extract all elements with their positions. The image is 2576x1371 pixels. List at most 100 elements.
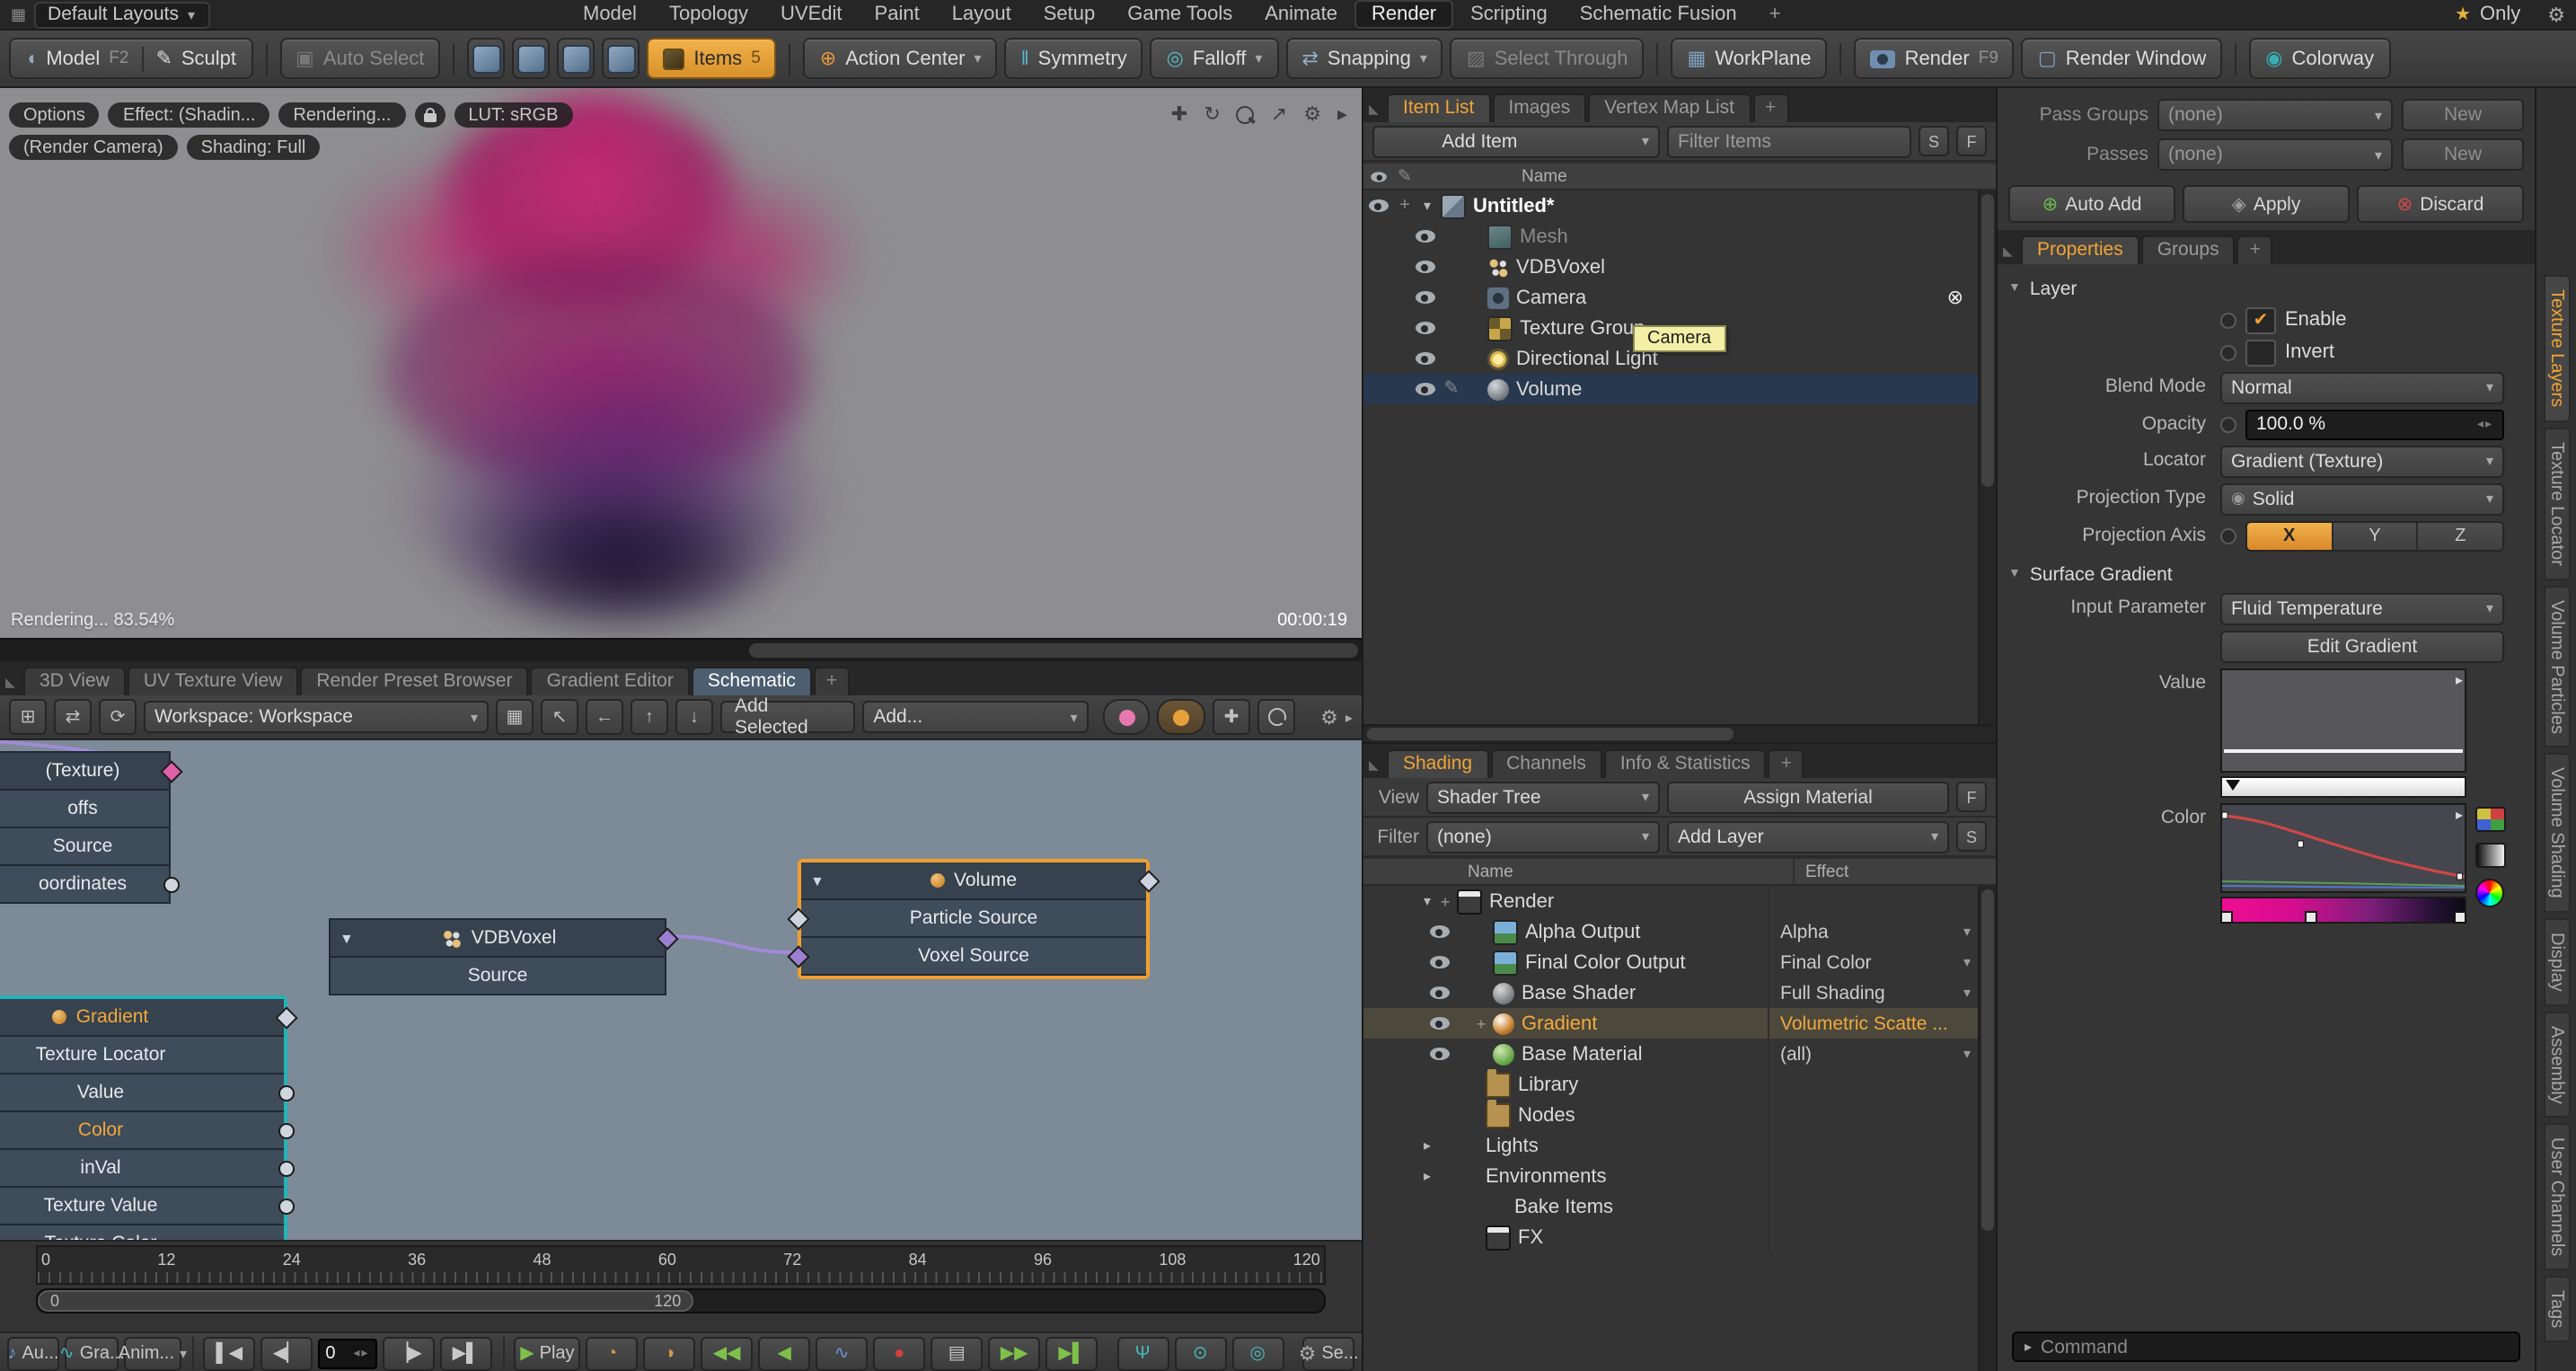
panel-tab[interactable]: Shading: [1387, 749, 1488, 778]
item-row[interactable]: ✎ Volume: [1363, 374, 1978, 404]
shader-row[interactable]: FX: [1363, 1222, 1978, 1252]
item-row[interactable]: Mesh: [1363, 221, 1978, 252]
panel-tab[interactable]: +: [1769, 749, 1804, 778]
align-left-icon[interactable]: ←: [586, 699, 623, 735]
expander-arrow[interactable]: ▾: [1417, 198, 1437, 214]
effect-cell[interactable]: [1768, 1069, 1978, 1100]
pink-overlay-toggle[interactable]: [1103, 699, 1151, 735]
gradient-key-marker[interactable]: [2220, 910, 2233, 923]
visibility-eye-toggle[interactable]: [1417, 1109, 1446, 1121]
passes-dropdown[interactable]: (none)▾: [2157, 138, 2393, 171]
axis-z-button[interactable]: Z: [2419, 522, 2502, 549]
visibility-eye-toggle[interactable]: [1410, 322, 1439, 334]
effect-cell[interactable]: Alpha ▾: [1768, 916, 1978, 947]
add-selected-button[interactable]: Add Selected: [720, 701, 855, 733]
channel-dot-icon[interactable]: [2220, 312, 2236, 328]
menu-item[interactable]: UVEdit: [766, 2, 857, 27]
visibility-eye-toggle[interactable]: [1410, 291, 1439, 304]
node-header[interactable]: (Texture): [0, 751, 171, 791]
expander-arrow[interactable]: ▾: [1417, 893, 1437, 909]
surface-gradient-section-header[interactable]: ▼Surface Gradient: [2008, 559, 2524, 589]
channel-dot-icon[interactable]: [2220, 344, 2236, 360]
animate-menu-button[interactable]: Anim...▾: [125, 1336, 181, 1370]
item-list-vscrollbar[interactable]: [1978, 190, 1996, 724]
filter-items-dropdown[interactable]: Filter Items: [1667, 125, 1911, 157]
effect-cell[interactable]: Volumetric Scatte ...: [1768, 1008, 1978, 1039]
pass-groups-dropdown[interactable]: (none)▾: [2157, 99, 2393, 131]
shading-mode-selector[interactable]: Shading: Full: [187, 135, 321, 160]
node-row[interactable]: Voxel Source: [801, 938, 1146, 976]
edges-mode-button[interactable]: [512, 38, 550, 79]
shader-filter-dropdown[interactable]: (none)▾: [1426, 820, 1660, 853]
output-port-diamond[interactable]: [656, 927, 678, 950]
menu-item[interactable]: Model: [569, 2, 651, 27]
auto-select-button[interactable]: ▣ Auto Select: [279, 38, 440, 79]
render-viewport[interactable]: Options Effect: (Shadin... Rendering... …: [0, 88, 1362, 638]
node-header[interactable]: ▼ VDBVoxel: [329, 918, 666, 958]
item-list-hscrollbar[interactable]: [1363, 724, 1996, 742]
add-item-dropdown[interactable]: Add Item▾: [1372, 125, 1660, 157]
effect-dropdown[interactable]: Effect: (Shadin...: [109, 102, 270, 128]
frame-crosshair-icon[interactable]: ✚: [1213, 699, 1250, 735]
filter-button[interactable]: F: [1956, 126, 1987, 156]
symmetry-button[interactable]: ‖ Symmetry: [1005, 38, 1143, 79]
pan-icon[interactable]: ✚: [1171, 102, 1187, 126]
visibility-eye-toggle[interactable]: [1389, 895, 1417, 907]
items-mode-button[interactable]: [602, 38, 640, 79]
flyout-arrow-icon[interactable]: ▸: [2456, 671, 2463, 687]
shader-row[interactable]: ▸ Lights: [1363, 1130, 1978, 1161]
effect-cell[interactable]: Full Shading ▾: [1768, 977, 1978, 1008]
visibility-eye-toggle[interactable]: [1389, 1139, 1417, 1152]
effect-column-header[interactable]: Effect: [1793, 859, 1996, 884]
scrollbar-thumb[interactable]: [1367, 728, 1734, 740]
rendering-dropdown[interactable]: Rendering...: [278, 102, 405, 128]
panel-corner-icon[interactable]: ◣: [5, 676, 15, 690]
pose-button[interactable]: ◎: [1231, 1336, 1284, 1370]
orange-overlay-toggle[interactable]: [1158, 699, 1205, 735]
input-port[interactable]: [787, 907, 809, 930]
flyout-arrow-icon[interactable]: ▸: [1337, 102, 1347, 126]
record-button[interactable]: ●: [873, 1336, 925, 1370]
menu-item[interactable]: Layout: [938, 2, 1026, 27]
effect-cell[interactable]: [1768, 1191, 1978, 1222]
current-frame-field[interactable]: 0 ◂▸: [318, 1338, 376, 1368]
vertices-mode-button[interactable]: [467, 38, 505, 79]
new-pass-group-button[interactable]: New: [2402, 99, 2524, 131]
panel-tab[interactable]: Render Preset Browser: [300, 667, 528, 695]
layer-section-header[interactable]: ▼Layer: [2008, 273, 2524, 304]
shader-row[interactable]: + Gradient Volumetric Scatte ...: [1363, 1008, 1978, 1039]
shader-tree-vscrollbar[interactable]: [1978, 886, 1996, 1371]
actor-button[interactable]: ⊙: [1174, 1336, 1226, 1370]
falloff-button[interactable]: ◎ Falloff ▾: [1151, 38, 1279, 79]
menu-item[interactable]: Paint: [860, 2, 934, 27]
close-icon[interactable]: ⊗: [1947, 286, 1978, 309]
panel-corner-icon[interactable]: ◣: [1369, 102, 1379, 117]
scope-button[interactable]: S: [1919, 126, 1949, 156]
settings-button[interactable]: ⚙Se...: [1302, 1336, 1354, 1370]
side-tab[interactable]: Texture Locator: [2543, 427, 2570, 579]
shader-row[interactable]: ▾ + Render: [1363, 886, 1978, 916]
f-button[interactable]: F: [1956, 782, 1987, 812]
node-row[interactable]: oordinates: [0, 866, 171, 904]
node-row[interactable]: Texture Color: [0, 1225, 284, 1242]
grayscale-swatch-icon[interactable]: [2475, 842, 2506, 867]
edit-flag[interactable]: ✎: [1439, 379, 1464, 399]
menu-item[interactable]: Scripting: [1456, 2, 1562, 27]
shader-row[interactable]: Library: [1363, 1069, 1978, 1100]
menu-item[interactable]: Render: [1355, 0, 1452, 29]
channel-dot-icon[interactable]: [2220, 416, 2236, 432]
shader-row[interactable]: Nodes: [1363, 1100, 1978, 1130]
snapping-button[interactable]: ⇄ Snapping ▾: [1285, 38, 1442, 79]
invert-checkbox[interactable]: [2245, 339, 2276, 366]
align-up-icon[interactable]: ↑: [631, 699, 668, 735]
step-forward-keys-button[interactable]: ▶▶: [988, 1336, 1040, 1370]
shader-row[interactable]: Base Material (all) ▾: [1363, 1039, 1978, 1069]
workspace-refresh-icon[interactable]: ⟳: [99, 699, 137, 735]
node-row[interactable]: Value: [0, 1075, 284, 1112]
model-sculpt-group[interactable]: ◖ Model F2 ✎ Sculpt: [9, 38, 252, 79]
panel-tab[interactable]: Item List: [1387, 93, 1490, 122]
shader-row[interactable]: ▸ Environments: [1363, 1161, 1978, 1191]
panel-tab[interactable]: 3D View: [23, 667, 126, 695]
collapse-arrow-icon[interactable]: ▼: [810, 872, 825, 889]
go-to-start-button[interactable]: ▌◀: [203, 1336, 255, 1370]
